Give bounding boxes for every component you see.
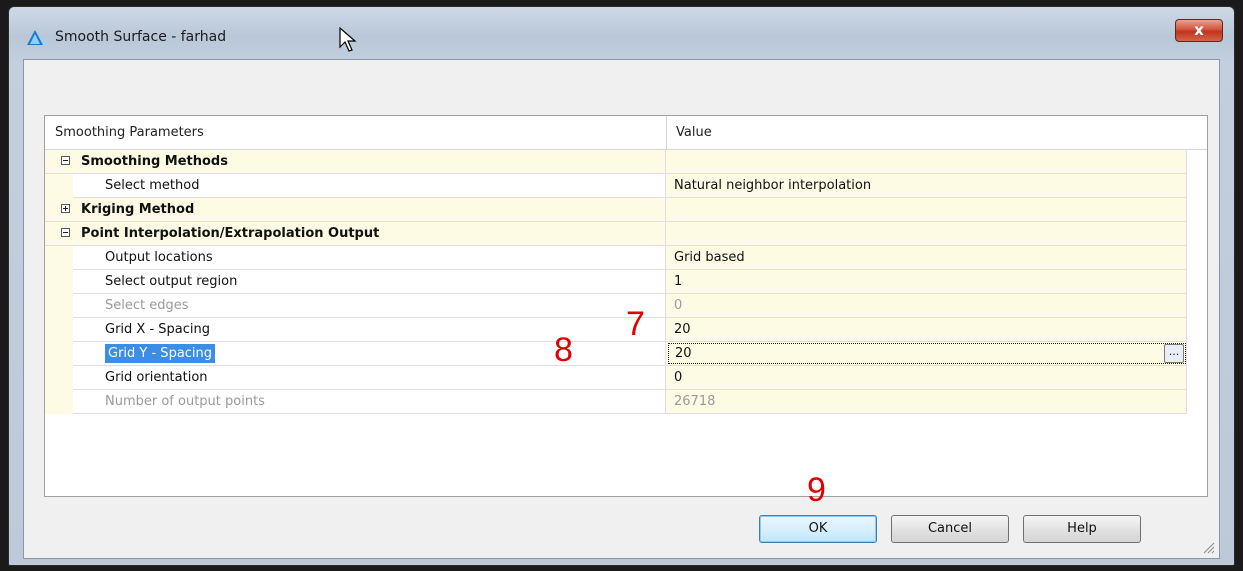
property-value: 0 — [674, 298, 683, 313]
collapse-icon[interactable] — [61, 228, 70, 237]
app-icon — [27, 30, 43, 45]
category-label: Point Interpolation/Extrapolation Output — [81, 226, 380, 241]
category-value — [666, 150, 1187, 174]
property-label: Number of output points — [105, 394, 265, 409]
property-value[interactable]: Natural neighbor interpolation — [666, 174, 1187, 198]
annotation-number: 7 — [626, 305, 645, 343]
category-kriging-method[interactable]: Kriging Method — [45, 198, 1187, 222]
ok-button[interactable]: OK — [759, 515, 877, 543]
mouse-pointer-icon — [339, 27, 357, 52]
category-smoothing-methods[interactable]: Smoothing Methods — [45, 150, 1187, 174]
category-label: Smoothing Methods — [81, 154, 228, 169]
property-label: Grid X - Spacing — [73, 318, 666, 342]
grid-y-spacing-input[interactable]: 20 — [668, 343, 1186, 364]
column-divider[interactable] — [666, 116, 667, 149]
property-row-number-of-output-points: Number of output points 26718 — [45, 390, 1187, 414]
property-value: 26718 — [674, 394, 716, 409]
property-value[interactable]: Grid based — [666, 246, 1187, 270]
resize-grip-icon[interactable] — [1201, 540, 1215, 554]
annotation-number: 8 — [554, 331, 573, 369]
window-title: Smooth Surface - farhad — [55, 29, 227, 45]
category-value — [666, 198, 1187, 222]
property-label: Select edges — [105, 298, 189, 313]
category-point-interpolation-output[interactable]: Point Interpolation/Extrapolation Output — [45, 222, 1187, 246]
expand-icon[interactable] — [61, 204, 70, 213]
annotation-number: 9 — [807, 471, 826, 509]
collapse-icon[interactable] — [61, 156, 70, 165]
grid-header: Smoothing Parameters Value — [45, 116, 1207, 150]
title-bar[interactable]: Smooth Surface - farhad x — [9, 7, 1234, 53]
browse-button[interactable]: ... — [1164, 344, 1184, 363]
property-value[interactable]: 0 — [666, 366, 1187, 390]
property-row-output-locations[interactable]: Output locations Grid based — [45, 246, 1187, 270]
property-row-grid-x-spacing[interactable]: Grid X - Spacing 20 — [45, 318, 1187, 342]
property-row-select-output-region[interactable]: Select output region 1 — [45, 270, 1187, 294]
property-label: Grid orientation — [73, 366, 666, 390]
smooth-surface-dialog: Smooth Surface - farhad x Smoothing Para… — [8, 6, 1235, 566]
property-value[interactable]: 20 — [666, 318, 1187, 342]
property-value[interactable]: 1 — [666, 270, 1187, 294]
property-row-grid-y-spacing[interactable]: Grid Y - Spacing 20 ... — [45, 342, 1187, 366]
close-button[interactable]: x — [1175, 19, 1223, 42]
property-row-select-method[interactable]: Select method Natural neighbor interpola… — [45, 174, 1187, 198]
property-label: Select method — [73, 174, 666, 198]
property-label-selected: Grid Y - Spacing — [105, 344, 216, 363]
property-label: Select output region — [73, 270, 666, 294]
category-label: Kriging Method — [81, 202, 195, 217]
help-button[interactable]: Help — [1023, 515, 1141, 543]
property-label: Output locations — [73, 246, 666, 270]
cancel-button[interactable]: Cancel — [891, 515, 1009, 543]
dialog-client-area: Smoothing Parameters Value Smoothing Met… — [23, 59, 1220, 559]
category-value — [666, 222, 1187, 246]
property-row-select-edges: Select edges 0 — [45, 294, 1187, 318]
column-header-value[interactable]: Value — [676, 116, 712, 149]
property-row-grid-orientation[interactable]: Grid orientation 0 — [45, 366, 1187, 390]
column-header-parameters[interactable]: Smoothing Parameters — [55, 116, 204, 149]
